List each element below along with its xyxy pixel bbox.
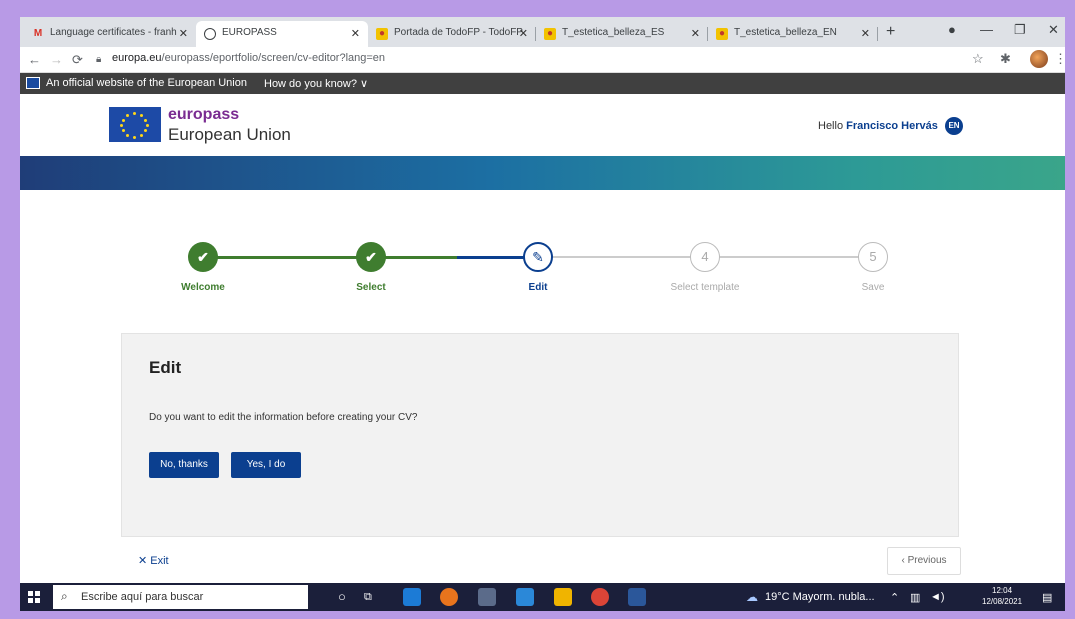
word-icon[interactable] [628,588,646,606]
tab-label: T_estetica_belleza_EN [734,27,837,38]
clock-time: 12:04 [992,586,1013,595]
extensions-icon[interactable]: ✱ [1000,51,1011,67]
address-bar[interactable]: europa.eu/europass/eportfolio/screen/cv-… [112,52,385,64]
close-icon[interactable]: ✕ [519,27,528,40]
step-number-5: 5 [858,242,888,272]
europass-brand[interactable]: europass [168,106,239,124]
weather-icon: ☁ [746,590,758,604]
url-domain: europa.eu [112,52,162,64]
edit-question: Do you want to edit the information befo… [149,412,418,423]
step-connector [201,256,359,259]
file-explorer-icon[interactable] [554,588,572,606]
windows-start-icon[interactable] [28,591,40,603]
forward-icon[interactable]: → [50,52,63,67]
taskbar-search-input[interactable]: ⌕ Escribe aquí para buscar [53,585,308,609]
step-label-select: Select [356,282,386,293]
tab-label: Portada de TodoFP - TodoFP [394,27,523,38]
gmail-icon: M [33,28,43,39]
tab-todofp[interactable]: ● Portada de TodoFP - TodoFP ✕ [368,21,536,47]
browser-window: M Language certificates - franh ✕ EUROPA… [20,17,1065,611]
close-icon[interactable]: ✕ [351,27,360,40]
maximize-icon[interactable]: ❐ [1014,22,1026,38]
hello-label: Hello [818,120,844,132]
url-path: /europass/eportfolio/screen/cv-editor?la… [161,52,386,64]
firefox-icon[interactable] [440,588,458,606]
edge-icon[interactable] [403,588,421,606]
tab-estetica-es[interactable]: ● T_estetica_belleza_ES ✕ [536,21,708,47]
back-icon[interactable]: ← [28,52,41,67]
exit-button[interactable]: ✕ Exit [138,554,169,567]
european-union-label: European Union [168,125,291,144]
step-edit-pencil-icon: ✎ [523,242,553,272]
todofp-icon: ● [376,28,388,40]
tab-separator [877,27,878,41]
step-select-check-icon: ✔ [356,242,386,272]
minimize-icon[interactable]: — [980,22,993,37]
step-label-select-template: Select template [670,282,740,293]
user-name-link[interactable]: Francisco Hervás [846,120,938,132]
profile-dot-icon[interactable]: ● [948,22,956,37]
step-label-save: Save [861,282,885,293]
decorative-banner [20,156,1065,190]
close-icon[interactable]: ✕ [179,27,188,40]
step-label-welcome: Welcome [181,282,225,293]
yes-i-do-button[interactable]: Yes, I do [231,452,301,478]
tab-label: Language certificates - franh [50,27,177,38]
chevron-up-icon[interactable]: ⌃ [890,591,899,604]
notifications-icon[interactable]: ▤ [1042,591,1052,604]
reload-icon[interactable]: ⟳ [72,52,83,68]
network-icon[interactable]: ▥ [910,591,920,604]
eu-flag-logo[interactable] [109,107,161,142]
eu-flag-icon [26,77,40,89]
language-button[interactable]: EN [945,117,963,135]
search-icon: ⌕ [61,589,68,603]
eu-official-text: An official website of the European Unio… [46,77,247,89]
window-close-icon[interactable]: ✕ [1048,22,1059,38]
no-thanks-button[interactable]: No, thanks [149,452,219,478]
step-label-edit: Edit [528,282,548,293]
cortana-icon[interactable]: ○ [338,589,346,604]
user-greeting: Hello Francisco Hervás [818,120,938,132]
store-icon[interactable] [478,588,496,606]
browser-toolbar: ← → ⟳ 🔒︎ europa.eu/europass/eportfolio/s… [20,47,1065,73]
previous-button[interactable]: ‹ Previous [887,547,961,575]
avatar[interactable] [1030,50,1048,68]
tab-bar: M Language certificates - franh ✕ EUROPA… [20,17,1065,47]
close-icon[interactable]: ✕ [691,27,700,40]
tab-europass[interactable]: EUROPASS ✕ [196,21,368,47]
mail-icon[interactable] [516,588,534,606]
eu-official-banner: An official website of the European Unio… [20,73,1065,94]
how-do-you-know-link[interactable]: How do you know? ∨ [264,77,368,90]
search-placeholder: Escribe aquí para buscar [81,591,204,603]
tab-label: T_estetica_belleza_ES [562,27,665,38]
todofp-icon: ● [716,28,728,40]
system-clock[interactable]: 12:04 12/08/2021 [982,585,1022,607]
task-view-icon[interactable]: ⧉ [364,591,372,604]
card-title: Edit [149,358,182,377]
tab-gmail[interactable]: M Language certificates - franh ✕ [24,21,196,47]
close-icon[interactable]: ✕ [861,27,870,40]
bookmark-star-icon[interactable]: ☆ [972,51,984,67]
todofp-icon: ● [544,28,556,40]
tab-estetica-en[interactable]: ● T_estetica_belleza_EN ✕ [708,21,878,47]
speaker-icon[interactable]: ◄) [930,591,945,603]
clock-date: 12/08/2021 [982,597,1023,606]
weather-text[interactable]: 19°C Mayorm. nubla... [765,591,875,603]
new-tab-button[interactable]: + [886,23,895,41]
site-header: europass European Union Hello Francisco … [20,94,1065,156]
chrome-icon[interactable] [591,588,609,606]
windows-taskbar: ⌕ Escribe aquí para buscar ○ ⧉ ☁ 19°C Ma… [20,583,1065,611]
step-welcome-check-icon: ✔ [188,242,218,272]
menu-icon[interactable]: ⋮ [1054,51,1065,67]
edit-card: Edit Do you want to edit the information… [121,333,959,537]
step-number-4: 4 [690,242,720,272]
europass-icon [204,28,216,40]
lock-icon[interactable]: 🔒︎ [96,54,101,65]
tab-label: EUROPASS [222,27,277,38]
